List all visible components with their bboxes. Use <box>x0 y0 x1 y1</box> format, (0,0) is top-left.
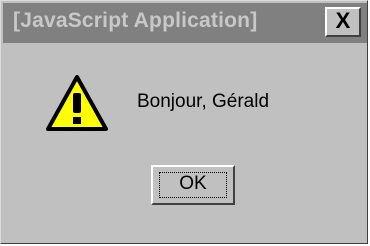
dialog-title: [JavaScript Application] <box>13 9 258 32</box>
alert-message: Bonjour, Gérald <box>137 91 270 112</box>
title-bar[interactable]: [JavaScript Application] X <box>3 3 367 43</box>
warning-icon <box>46 75 108 131</box>
alert-dialog: [JavaScript Application] X Bonjour, Géra… <box>0 0 368 244</box>
ok-button[interactable]: OK <box>151 165 235 205</box>
ok-button-label: OK <box>179 173 207 194</box>
close-button[interactable]: X <box>325 7 361 37</box>
